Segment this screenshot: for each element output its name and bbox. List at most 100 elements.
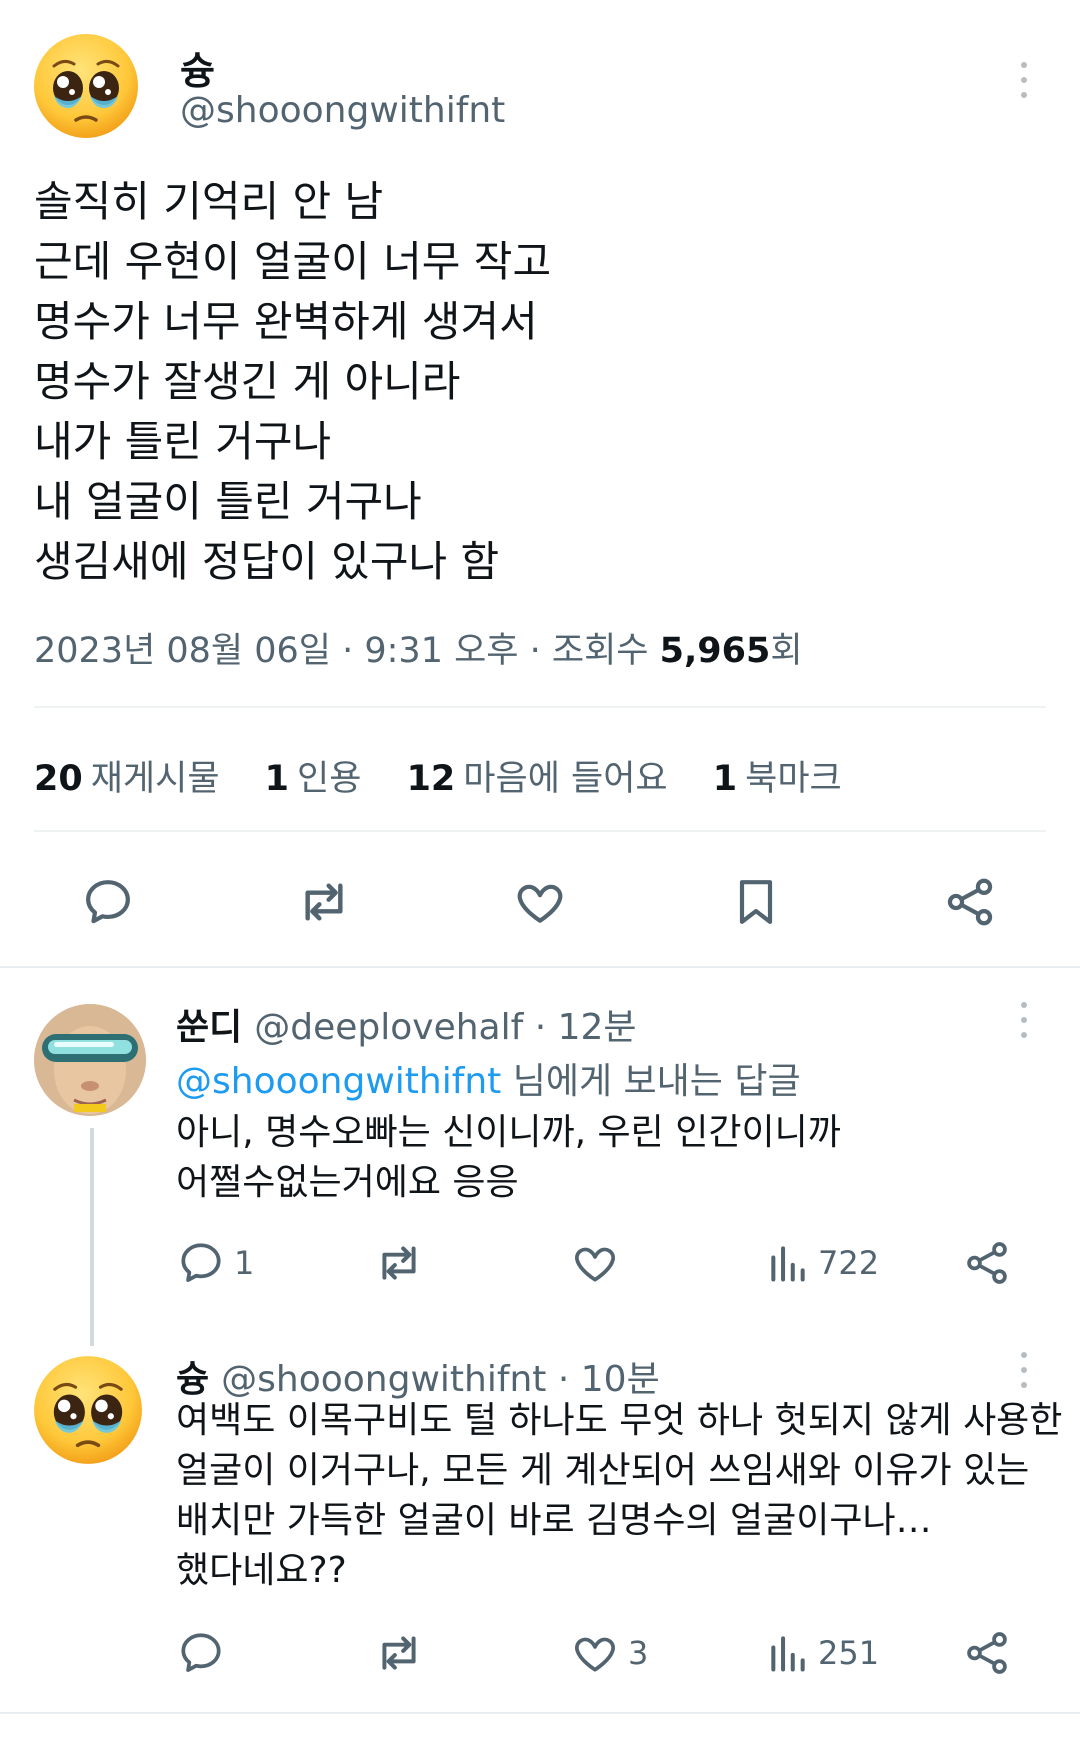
reply-handle-time[interactable]: @shooongwithifnt · 10분	[221, 1359, 660, 1400]
engagement-stats: 20 재게시물 1 인용 12 마음에 들어요 1 북마크	[34, 750, 876, 801]
author-name[interactable]: 슝	[180, 40, 215, 95]
reply-body-line: 여백도 이목구비도 털 하나도 무엇 하나 헛되지 않게 사용한	[176, 1400, 1063, 1441]
dot	[1021, 92, 1027, 98]
stat-quotes[interactable]: 1 인용	[265, 750, 362, 801]
share-icon	[967, 1632, 1007, 1674]
section-divider	[0, 1712, 1080, 1714]
dot	[1021, 1002, 1027, 1008]
thread-connector-line	[90, 1128, 94, 1346]
reply-body-line: 얼굴이 이거구나, 모든 게 계산되어 쓰임새와 이유가 있는	[176, 1450, 1030, 1491]
reply-reply-button[interactable]	[176, 1628, 234, 1678]
reply-author-avatar[interactable]	[34, 1004, 146, 1116]
reply-views-button[interactable]: 722	[766, 1238, 879, 1288]
reply-like-button[interactable]: 3	[570, 1628, 648, 1678]
view-count: 251	[818, 1634, 880, 1672]
tweet-detail-page: 슝 @shooongwithifnt 솔직히 기억리 안 남 근데 우현이 얼굴…	[0, 0, 1080, 1737]
bookmark-button[interactable]	[728, 874, 784, 930]
dot	[1021, 1032, 1027, 1038]
like-button[interactable]	[512, 874, 568, 930]
replying-to-label: @shooongwithifnt 님에게 보내는 답글	[176, 1052, 801, 1104]
more-options-button[interactable]	[1012, 50, 1036, 110]
reply-author-avatar[interactable]	[32, 1354, 144, 1466]
share-icon	[967, 1242, 1007, 1284]
reply-author-name[interactable]: 쑨디	[176, 1007, 242, 1048]
reply-body-line: 어쩔수없는거에요 응응	[176, 1162, 519, 1203]
bookmark-icon	[739, 880, 773, 924]
reply-body: 여백도 이목구비도 털 하나도 무엇 하나 헛되지 않게 사용한 얼굴이 이거구…	[176, 1396, 1062, 1596]
tweet-body: 솔직히 기억리 안 남 근데 우현이 얼굴이 너무 작고 명수가 너무 완벽하게…	[34, 172, 1034, 592]
dot	[1021, 1017, 1027, 1023]
stat-bookmarks[interactable]: 1 북마크	[713, 750, 842, 801]
share-button[interactable]	[942, 874, 998, 930]
author-avatar[interactable]	[32, 32, 140, 140]
reply-count: 1	[234, 1244, 255, 1282]
speech-bubble-icon	[86, 880, 130, 924]
stat-num: 12	[406, 759, 456, 799]
share-icon	[947, 878, 993, 926]
speech-bubble-icon	[181, 1243, 221, 1282]
reply-more-options-button[interactable]	[1012, 990, 1036, 1050]
reply-like-button[interactable]	[570, 1238, 628, 1288]
dot	[1021, 1382, 1027, 1388]
reply-header: 쑨디 @deeplovehalf · 12분	[176, 998, 637, 1050]
dot	[1021, 1367, 1027, 1373]
tweet-body-line: 솔직히 기억리 안 남	[34, 177, 384, 226]
heart-icon	[575, 1637, 615, 1672]
reply-more-options-button[interactable]	[1012, 1340, 1036, 1400]
reply-views-button[interactable]: 251	[766, 1628, 879, 1678]
replying-to-handle-link[interactable]: @shooongwithifnt	[176, 1061, 501, 1102]
stat-num: 20	[34, 759, 83, 799]
divider	[34, 830, 1046, 832]
view-count: 722	[818, 1244, 880, 1282]
stat-label: 마음에 들어요	[463, 759, 668, 799]
heart-icon	[575, 1247, 615, 1282]
divider	[34, 706, 1046, 708]
stat-num: 1	[264, 759, 290, 799]
stat-likes[interactable]: 12 마음에 들어요	[407, 750, 668, 801]
dot	[1021, 1352, 1027, 1358]
stat-reposts[interactable]: 20 재게시물	[34, 750, 220, 801]
person-with-visor-avatar-icon	[34, 1004, 146, 1116]
reply-repost-button[interactable]	[372, 1238, 434, 1288]
reply-share-button[interactable]	[962, 1238, 1012, 1288]
stat-label: 인용	[297, 759, 362, 799]
reply-header: 슝 @shooongwithifnt · 10분	[176, 1350, 660, 1402]
replying-to-suffix: 님에게 보내는 답글	[501, 1061, 801, 1102]
reply-handle-time[interactable]: @deeplovehalf · 12분	[254, 1007, 636, 1048]
tweet-meta: 2023년 08월 06일 · 9:31 오후 · 조회수 5,965회	[34, 622, 803, 673]
bar-chart-icon	[771, 1636, 805, 1672]
tweet-body-line: 근데 우현이 얼굴이 너무 작고	[34, 237, 552, 286]
tweet-body-line: 생김새에 정답이 있구나 함	[34, 537, 500, 586]
timestamp-and-views-label: 2023년 08월 06일 · 9:31 오후 · 조회수	[34, 631, 660, 671]
stat-num: 1	[712, 759, 738, 799]
heart-icon	[517, 884, 563, 923]
reply-body-line: 배치만 가득한 얼굴이 바로 김명수의 얼굴이구나…	[176, 1500, 932, 1541]
repost-button[interactable]	[294, 874, 354, 930]
like-count: 3	[628, 1634, 649, 1672]
bar-chart-icon	[771, 1246, 805, 1282]
repost-arrows-icon	[305, 883, 343, 921]
tweet-body-line: 내 얼굴이 틀린 거구나	[34, 477, 422, 526]
reply-author-name[interactable]: 슝	[176, 1359, 209, 1400]
speech-bubble-icon	[181, 1633, 221, 1672]
dot	[1021, 77, 1027, 83]
section-divider	[0, 966, 1080, 968]
repost-arrows-icon	[382, 1636, 416, 1670]
tweet-body-line: 명수가 너무 완벽하게 생겨서	[34, 297, 538, 346]
reply-repost-button[interactable]	[372, 1628, 434, 1678]
dot	[1021, 62, 1027, 68]
reply-body-line: 아니, 명수오빠는 신이니까, 우린 인간이니까	[176, 1112, 841, 1153]
reply-button[interactable]	[80, 874, 136, 930]
stat-label: 북마크	[745, 759, 842, 799]
reply-reply-button[interactable]: 1	[176, 1238, 254, 1288]
reply-body: 아니, 명수오빠는 신이니까, 우린 인간이니까 어쩔수없는거에요 응응	[176, 1108, 841, 1208]
repost-arrows-icon	[382, 1246, 416, 1280]
pleading-face-emoji-icon	[34, 1356, 142, 1464]
author-handle[interactable]: @shooongwithifnt	[180, 90, 505, 131]
stat-label: 재게시물	[90, 759, 220, 799]
tweet-body-line: 명수가 잘생긴 게 아니라	[34, 357, 461, 406]
tweet-body-line: 내가 틀린 거구나	[34, 417, 332, 466]
reply-share-button[interactable]	[962, 1628, 1012, 1678]
view-count: 5,965	[659, 631, 771, 671]
pleading-face-emoji-icon	[34, 34, 138, 138]
